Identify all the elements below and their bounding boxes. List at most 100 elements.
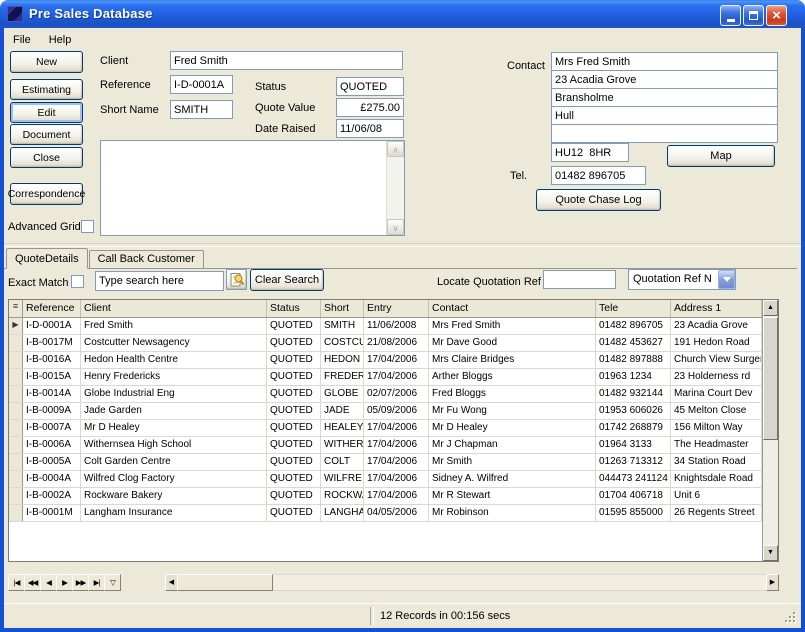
- grid-vertical-scrollbar[interactable]: ▲ ▼: [762, 300, 778, 561]
- sidebar-button-estimating[interactable]: Estimating: [10, 79, 83, 100]
- column-header-status[interactable]: Status: [267, 300, 321, 317]
- table-row[interactable]: I-B-0007AMr D HealeyQUOTEDHEALEY17/04/20…: [9, 420, 778, 437]
- column-header-client[interactable]: Client: [81, 300, 267, 317]
- sort-field-dropdown[interactable]: Quotation Ref N: [628, 269, 736, 290]
- exact-match-checkbox[interactable]: [71, 275, 84, 288]
- nav-last-button[interactable]: ▶|: [88, 574, 105, 591]
- row-indicator: [9, 505, 23, 521]
- postcode-field[interactable]: [551, 143, 629, 162]
- column-header-reference[interactable]: Reference: [23, 300, 81, 317]
- row-indicator: [9, 488, 23, 504]
- cell-tele: 01963 1234: [596, 369, 671, 385]
- table-row[interactable]: ▶I-D-0001AFred SmithQUOTEDSMITH11/06/200…: [9, 318, 778, 335]
- client-field[interactable]: [170, 51, 403, 70]
- column-header-entry[interactable]: Entry: [364, 300, 429, 317]
- nav-filter-button[interactable]: ▽: [104, 574, 121, 591]
- sort-field-value: Quotation Ref N: [633, 273, 712, 285]
- cell-client: Mr D Healey: [81, 420, 267, 436]
- scroll-down-icon[interactable]: ▼: [763, 545, 778, 561]
- sidebar-button-document[interactable]: Document: [10, 124, 83, 145]
- table-row[interactable]: I-B-0001MLangham InsuranceQUOTEDLANGHA04…: [9, 505, 778, 522]
- nav-prev-button[interactable]: ◀: [40, 574, 57, 591]
- scroll-right-icon[interactable]: ▶: [766, 574, 779, 591]
- table-row[interactable]: I-B-0016AHedon Health CentreQUOTEDHEDON1…: [9, 352, 778, 369]
- tel-field[interactable]: [551, 166, 646, 185]
- cell-client: Globe Industrial Eng: [81, 386, 267, 402]
- menu-file[interactable]: File: [4, 33, 40, 47]
- cell-client: Rockware Bakery: [81, 488, 267, 504]
- app-icon: [7, 6, 23, 22]
- quote-chase-log-button[interactable]: Quote Chase Log: [536, 189, 661, 211]
- scroll-down-icon[interactable]: ∨: [387, 219, 404, 235]
- menu-help[interactable]: Help: [40, 33, 81, 47]
- cell-contact: Mrs Fred Smith: [429, 318, 596, 334]
- tab-quotedetails[interactable]: QuoteDetails: [6, 248, 88, 269]
- minimize-button[interactable]: [720, 5, 741, 26]
- nav-fast-forward-button[interactable]: ▶▶: [72, 574, 89, 591]
- contact-line-1[interactable]: [551, 52, 778, 71]
- search-input[interactable]: [95, 271, 224, 291]
- cell-contact: Mr Robinson: [429, 505, 596, 521]
- table-row[interactable]: I-B-0005AColt Garden CentreQUOTEDCOLT17/…: [9, 454, 778, 471]
- column-header-contact[interactable]: Contact: [429, 300, 596, 317]
- sidebar-button-correspondence[interactable]: Correspondence: [10, 183, 83, 205]
- date-raised-field[interactable]: [336, 119, 404, 138]
- cell-entry: 21/08/2006: [364, 335, 429, 351]
- sidebar-button-close[interactable]: Close: [10, 147, 83, 168]
- notes-scrollbar[interactable]: ∧ ∨: [386, 141, 404, 235]
- dropdown-arrow-icon[interactable]: [718, 270, 735, 289]
- cell-tele: 01704 406718: [596, 488, 671, 504]
- close-button[interactable]: ×: [766, 5, 787, 26]
- clear-search-button[interactable]: Clear Search: [250, 269, 324, 291]
- cell-address-1: Knightsdale Road: [671, 471, 762, 487]
- scroll-up-icon[interactable]: ∧: [387, 141, 404, 157]
- titlebar[interactable]: Pre Sales Database ×: [0, 0, 805, 28]
- cell-entry: 17/04/2006: [364, 369, 429, 385]
- cell-reference: I-B-0002A: [23, 488, 81, 504]
- contact-line-3[interactable]: [551, 88, 778, 107]
- table-row[interactable]: I-B-0017MCostcutter NewsagencyQUOTEDCOST…: [9, 335, 778, 352]
- table-row[interactable]: I-B-0015AHenry FredericksQUOTEDFREDER17/…: [9, 369, 778, 386]
- resize-grip[interactable]: [784, 611, 797, 624]
- locate-input[interactable]: [543, 270, 616, 289]
- sidebar-button-new[interactable]: New: [10, 51, 83, 73]
- map-button[interactable]: Map: [667, 145, 775, 167]
- exact-match-label: Exact Match: [8, 277, 69, 289]
- nav-next-button[interactable]: ▶: [56, 574, 73, 591]
- cell-short: WITHER: [321, 437, 364, 453]
- tel-label: Tel.: [510, 170, 527, 182]
- contact-line-5[interactable]: [551, 124, 778, 143]
- cell-status: QUOTED: [267, 403, 321, 419]
- reference-field[interactable]: [170, 75, 233, 94]
- column-header-address-1[interactable]: Address 1: [671, 300, 762, 317]
- cell-entry: 17/04/2006: [364, 488, 429, 504]
- table-row[interactable]: I-B-0006AWithernsea High SchoolQUOTEDWIT…: [9, 437, 778, 454]
- sidebar-button-edit[interactable]: Edit: [10, 102, 83, 123]
- table-row[interactable]: I-B-0004AWilfred Clog FactoryQUOTEDWILFR…: [9, 471, 778, 488]
- column-header-short[interactable]: Short: [321, 300, 364, 317]
- contact-line-4[interactable]: [551, 106, 778, 125]
- column-header-tele[interactable]: Tele: [596, 300, 671, 317]
- advanced-grid-checkbox[interactable]: [81, 220, 94, 233]
- cell-tele: 01482 897888: [596, 352, 671, 368]
- table-row[interactable]: I-B-0002ARockware BakeryQUOTEDROCKWA17/0…: [9, 488, 778, 505]
- short-name-field[interactable]: [170, 100, 233, 119]
- row-indicator: [9, 335, 23, 351]
- table-row[interactable]: I-B-0009AJade GardenQUOTEDJADE05/09/2006…: [9, 403, 778, 420]
- cell-address-1: 23 Acadia Grove: [671, 318, 762, 334]
- scroll-up-icon[interactable]: ▲: [763, 300, 778, 316]
- cell-client: Wilfred Clog Factory: [81, 471, 267, 487]
- status-field[interactable]: [336, 77, 404, 96]
- grid-hscroll-thumb[interactable]: [177, 574, 273, 591]
- search-button[interactable]: [226, 269, 247, 290]
- grid-vscroll-thumb[interactable]: [763, 317, 778, 440]
- contact-line-2[interactable]: [551, 70, 778, 89]
- notes-field[interactable]: ∧ ∨: [100, 140, 405, 236]
- nav-first-button[interactable]: |◀: [8, 574, 25, 591]
- maximize-button[interactable]: [743, 5, 764, 26]
- tab-call-back-customer[interactable]: Call Back Customer: [89, 250, 204, 268]
- quote-value-field[interactable]: [336, 98, 404, 117]
- grid-selector-header: ≡: [9, 300, 23, 317]
- table-row[interactable]: I-B-0014AGlobe Industrial EngQUOTEDGLOBE…: [9, 386, 778, 403]
- nav-fast-rewind-button[interactable]: ◀◀: [24, 574, 41, 591]
